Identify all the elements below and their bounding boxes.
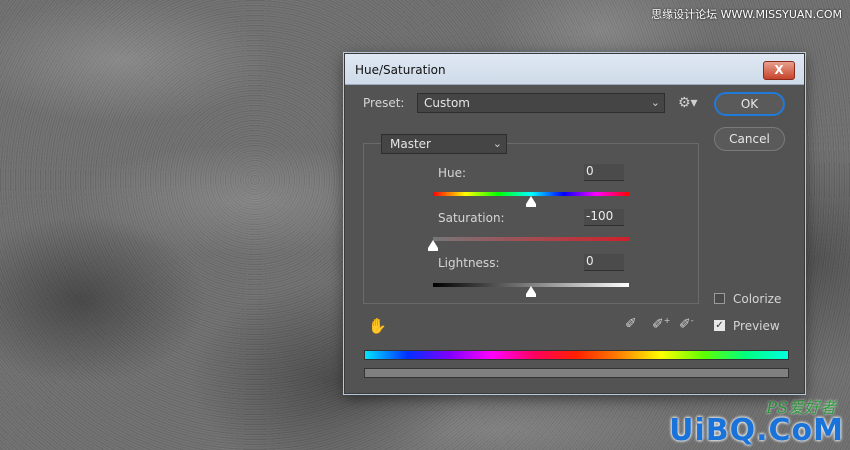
- saturation-label: Saturation:: [438, 211, 505, 225]
- close-icon: X: [774, 63, 784, 77]
- watermark-bottom: UiBQ.CoM: [669, 413, 844, 448]
- dialog-title: Hue/Saturation: [355, 63, 446, 77]
- colorize-checkbox[interactable]: [714, 293, 725, 304]
- hue-slider-handle[interactable]: [526, 196, 536, 207]
- input-color-spectrum: [364, 350, 789, 360]
- saturation-slider-handle[interactable]: [428, 240, 438, 251]
- chevron-down-icon: ⌄: [650, 96, 660, 109]
- preset-label: Preset:: [363, 96, 405, 110]
- eyedropper-plus-icon[interactable]: ✐+: [652, 316, 670, 333]
- cancel-button[interactable]: Cancel: [714, 127, 785, 151]
- preview-checkbox[interactable]: ✓: [714, 320, 725, 331]
- lightness-slider-handle[interactable]: [526, 286, 536, 297]
- preset-value: Custom: [424, 96, 470, 110]
- lightness-label: Lightness:: [438, 256, 500, 270]
- channel-dropdown[interactable]: Master ⌄: [381, 134, 507, 154]
- saturation-input[interactable]: -100: [584, 209, 624, 226]
- eyedropper-icon[interactable]: ✐: [625, 316, 637, 332]
- chevron-down-icon: ⌄: [492, 137, 502, 150]
- preset-dropdown[interactable]: Custom ⌄: [417, 93, 665, 113]
- colorize-label: Colorize: [733, 292, 782, 306]
- watermark-top: 思缘设计论坛 WWW.MISSYUAN.COM: [651, 8, 842, 21]
- hue-saturation-dialog: Hue/Saturation X Preset: Custom ⌄ ⚙▾ OK …: [344, 53, 805, 394]
- eyedropper-minus-icon[interactable]: ✐-: [679, 316, 694, 333]
- saturation-slider-track[interactable]: [433, 237, 629, 241]
- ok-button[interactable]: OK: [714, 92, 785, 116]
- hue-label: Hue:: [438, 166, 467, 180]
- close-button[interactable]: X: [763, 61, 795, 80]
- dialog-titlebar[interactable]: Hue/Saturation X: [345, 54, 804, 85]
- hue-input[interactable]: 0: [584, 164, 624, 181]
- output-color-spectrum: [364, 368, 789, 378]
- targeted-adjustment-hand-icon[interactable]: ✋: [368, 317, 387, 335]
- preview-label: Preview: [733, 319, 780, 333]
- adjustment-group: [363, 143, 699, 304]
- settings-gear-icon[interactable]: ⚙▾: [678, 95, 698, 111]
- lightness-input[interactable]: 0: [584, 254, 624, 271]
- channel-value: Master: [390, 137, 431, 151]
